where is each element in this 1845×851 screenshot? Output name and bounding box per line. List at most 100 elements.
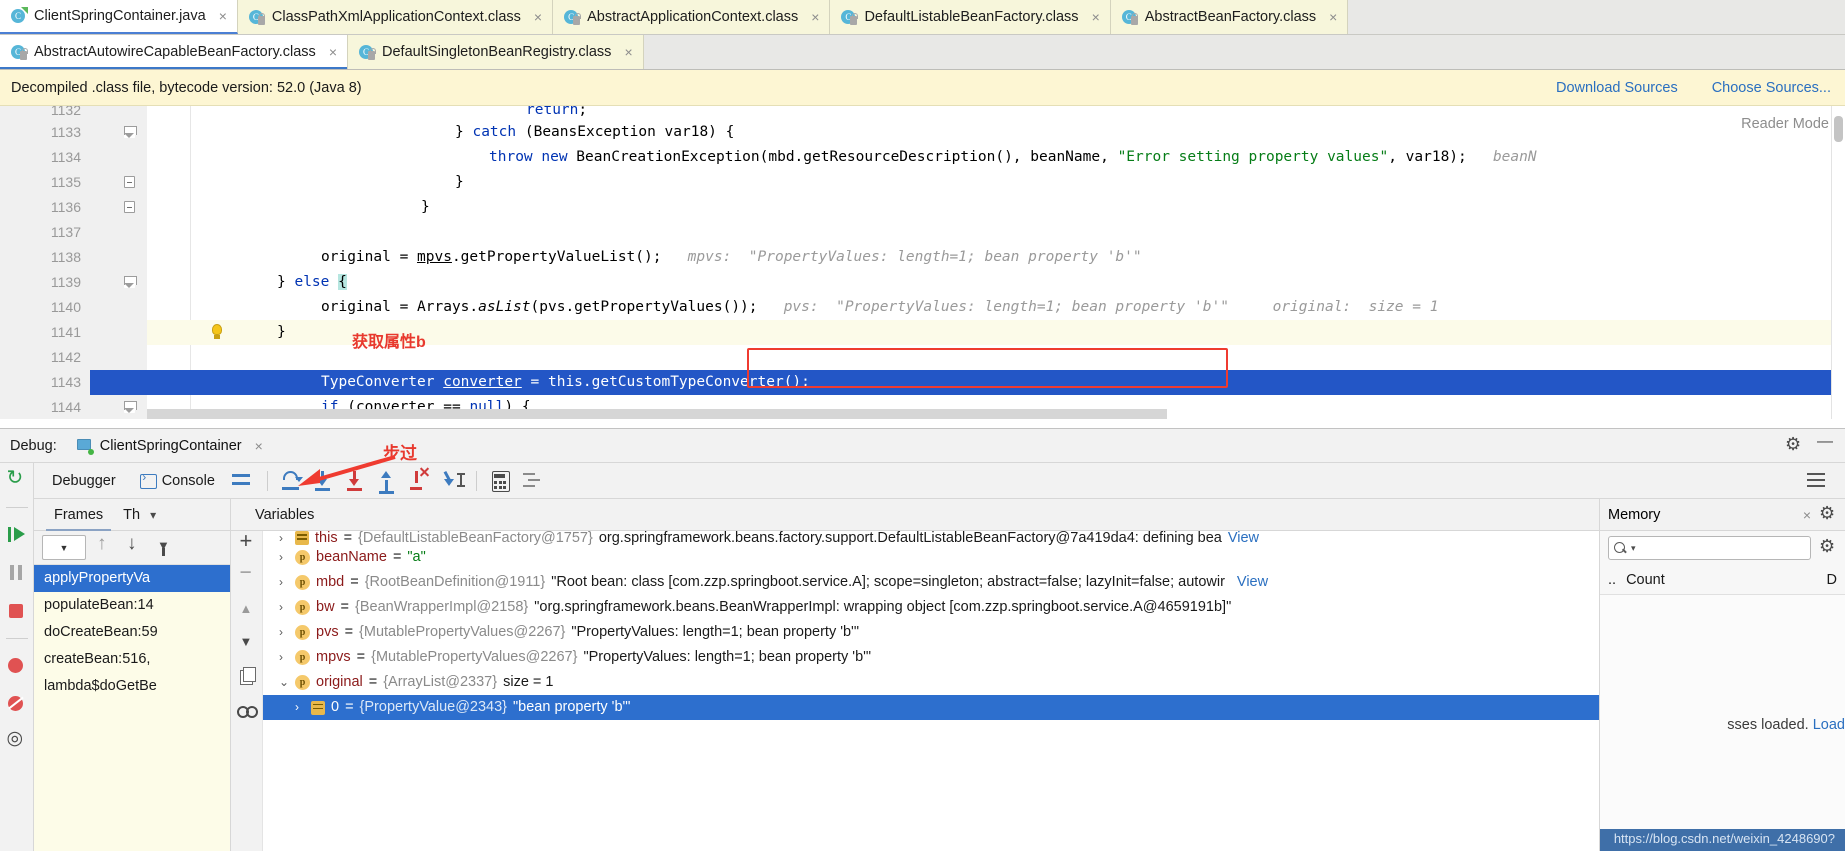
expand-arrow-icon[interactable]: ›	[279, 620, 289, 645]
expand-arrow-icon[interactable]: ›	[279, 570, 289, 595]
tab-console[interactable]: Console	[128, 467, 227, 495]
thread-selector-dropdown[interactable]	[42, 535, 86, 560]
variable-row-mbd[interactable]: › p mbd = {RootBeanDefinition@1911} "Roo…	[263, 570, 1599, 595]
frame-item[interactable]: populateBean:14	[34, 592, 230, 619]
editor-scrollbar-thumb[interactable]	[1834, 116, 1843, 142]
variable-row-original[interactable]: ⌄ p original = {ArrayList@2337} size = 1	[263, 670, 1599, 695]
editor-tab-defaultlistablebeanfactory[interactable]: C DefaultListableBeanFactory.class ×	[830, 0, 1111, 34]
drop-frame-icon[interactable]	[407, 466, 433, 494]
editor-tab-client-spring-container[interactable]: C ClientSpringContainer.java ×	[0, 0, 238, 34]
collapse-arrow-icon[interactable]: ⌄	[279, 670, 289, 695]
expand-arrow-icon[interactable]: ›	[279, 595, 289, 620]
move-watch-down-icon[interactable]	[237, 634, 257, 654]
tab-close-icon[interactable]: ×	[329, 45, 337, 59]
variable-row-this[interactable]: › this = {DefaultListableBeanFactory@175…	[263, 531, 1599, 545]
editor-scrollbar-track[interactable]	[1831, 106, 1845, 419]
fold-minus-icon[interactable]	[124, 201, 135, 213]
editor-tab-abstractapplicationcontext[interactable]: C AbstractApplicationContext.class ×	[553, 0, 831, 34]
mute-breakpoints-icon[interactable]	[6, 693, 28, 715]
tab-close-icon[interactable]: ×	[219, 9, 227, 23]
variable-row-index-0[interactable]: › 0 = {PropertyValue@2343} "bean propert…	[263, 695, 1599, 720]
rerun-icon[interactable]	[6, 465, 28, 491]
variable-row-mpvs[interactable]: › p mpvs = {MutablePropertyValues@2267} …	[263, 645, 1599, 670]
editor-tab-classpathxmlapplicationcontext[interactable]: C ClassPathXmlApplicationContext.class ×	[237, 0, 554, 34]
copy-icon[interactable]	[237, 667, 257, 687]
fold-column[interactable]	[90, 170, 147, 195]
fold-column[interactable]	[90, 270, 147, 295]
fold-column[interactable]	[90, 120, 147, 145]
step-over-icon[interactable]	[279, 468, 305, 494]
chevron-down-icon[interactable]: ▾	[1631, 543, 1636, 554]
variables-list[interactable]: › this = {DefaultListableBeanFactory@175…	[263, 531, 1599, 851]
step-out-icon[interactable]	[375, 468, 401, 494]
force-step-into-icon[interactable]	[343, 468, 369, 494]
view-link[interactable]: View	[1228, 531, 1259, 545]
fold-collapse-icon[interactable]	[124, 276, 137, 288]
expand-arrow-icon[interactable]: ›	[295, 695, 305, 720]
frames-list[interactable]: applyPropertyVa populateBean:14 doCreate…	[34, 565, 230, 851]
resume-program-icon[interactable]	[6, 524, 28, 546]
memory-search-input[interactable]: ▾	[1608, 536, 1811, 560]
gear-icon[interactable]	[1819, 536, 1837, 557]
arrow-down-icon[interactable]	[124, 533, 146, 559]
fold-column[interactable]	[90, 395, 147, 419]
fold-collapse-icon[interactable]	[124, 401, 137, 413]
editor-tab-defaultsingletonbeanregistry[interactable]: C DefaultSingletonBeanRegistry.class ×	[348, 35, 644, 69]
debug-session-tab[interactable]: ClientSpringContainer ×	[70, 435, 271, 467]
editor-tab-abstractautowirecapablebeanfactory[interactable]: C AbstractAutowireCapableBeanFactory.cla…	[0, 35, 348, 69]
arrow-up-icon[interactable]	[94, 533, 116, 559]
variable-row-pvs[interactable]: › p pvs = {MutablePropertyValues@2267} "…	[263, 620, 1599, 645]
editor-tab-abstractbeanfactory[interactable]: C AbstractBeanFactory.class ×	[1110, 0, 1349, 34]
tab-close-icon[interactable]: ×	[534, 10, 542, 24]
gear-icon[interactable]	[1785, 434, 1803, 455]
pause-program-icon[interactable]	[6, 562, 28, 584]
tab-close-icon[interactable]: ×	[1092, 10, 1100, 24]
settings-lines-icon[interactable]	[520, 468, 546, 494]
expand-arrow-icon[interactable]: ›	[279, 645, 289, 670]
memory-load-link[interactable]: Load	[1813, 717, 1845, 733]
run-to-cursor-icon[interactable]	[439, 468, 465, 494]
variable-row-bw[interactable]: › p bw = {BeanWrapperImpl@2158} "org.spr…	[263, 595, 1599, 620]
frame-item[interactable]: lambda$doGetBe	[34, 673, 230, 700]
stop-icon[interactable]	[6, 600, 28, 622]
frame-item[interactable]: doCreateBean:59	[34, 619, 230, 646]
menu-icon[interactable]	[1804, 468, 1830, 494]
filter-icon[interactable]	[154, 537, 176, 559]
session-close-icon[interactable]: ×	[255, 439, 263, 453]
frame-item[interactable]: applyPropertyVa	[34, 565, 230, 592]
tab-close-icon[interactable]: ×	[811, 10, 819, 24]
calculator-icon[interactable]	[488, 468, 514, 494]
intention-bulb-icon[interactable]	[209, 324, 225, 341]
remove-watch-icon[interactable]	[237, 561, 257, 588]
tab-frames[interactable]: Frames	[44, 499, 113, 531]
fold-minus-icon[interactable]	[124, 176, 135, 188]
column-count[interactable]: Count	[1626, 572, 1665, 588]
choose-sources-link[interactable]: Choose Sources...	[1712, 80, 1831, 96]
inspect-icon[interactable]	[236, 700, 258, 720]
variable-row-beanname[interactable]: › p beanName = "a"	[263, 545, 1599, 570]
tab-debugger[interactable]: Debugger	[40, 467, 128, 502]
tab-threads[interactable]: Th	[113, 499, 150, 531]
download-sources-link[interactable]: Download Sources	[1556, 80, 1678, 96]
chevron-down-icon[interactable]	[150, 507, 156, 523]
view-breakpoints-icon[interactable]	[6, 655, 28, 677]
minimize-icon[interactable]	[1817, 433, 1835, 455]
expand-arrow-icon[interactable]: ›	[279, 532, 289, 544]
view-link[interactable]: View	[1237, 570, 1268, 595]
memory-close-icon[interactable]: ×	[1803, 508, 1811, 522]
step-into-icon[interactable]	[311, 468, 337, 494]
code-editor[interactable]: Reader Mode 1132 return; 1133 } catch (B…	[0, 106, 1845, 419]
move-watch-up-icon[interactable]	[237, 601, 257, 621]
expand-arrow-icon[interactable]: ›	[279, 545, 289, 570]
fold-column[interactable]	[90, 195, 147, 220]
fold-column[interactable]	[90, 320, 222, 345]
add-watch-icon[interactable]	[237, 528, 257, 555]
tab-close-icon[interactable]: ×	[624, 45, 632, 59]
column-diff[interactable]: D	[1827, 572, 1837, 588]
tab-close-icon[interactable]: ×	[1329, 10, 1337, 24]
show-execution-point-icon[interactable]	[230, 468, 256, 494]
editor-horizontal-scrollbar[interactable]	[147, 409, 1167, 419]
fold-collapse-icon[interactable]	[124, 126, 137, 138]
frame-item[interactable]: createBean:516,	[34, 646, 230, 673]
settings-circle-icon[interactable]	[6, 727, 28, 753]
